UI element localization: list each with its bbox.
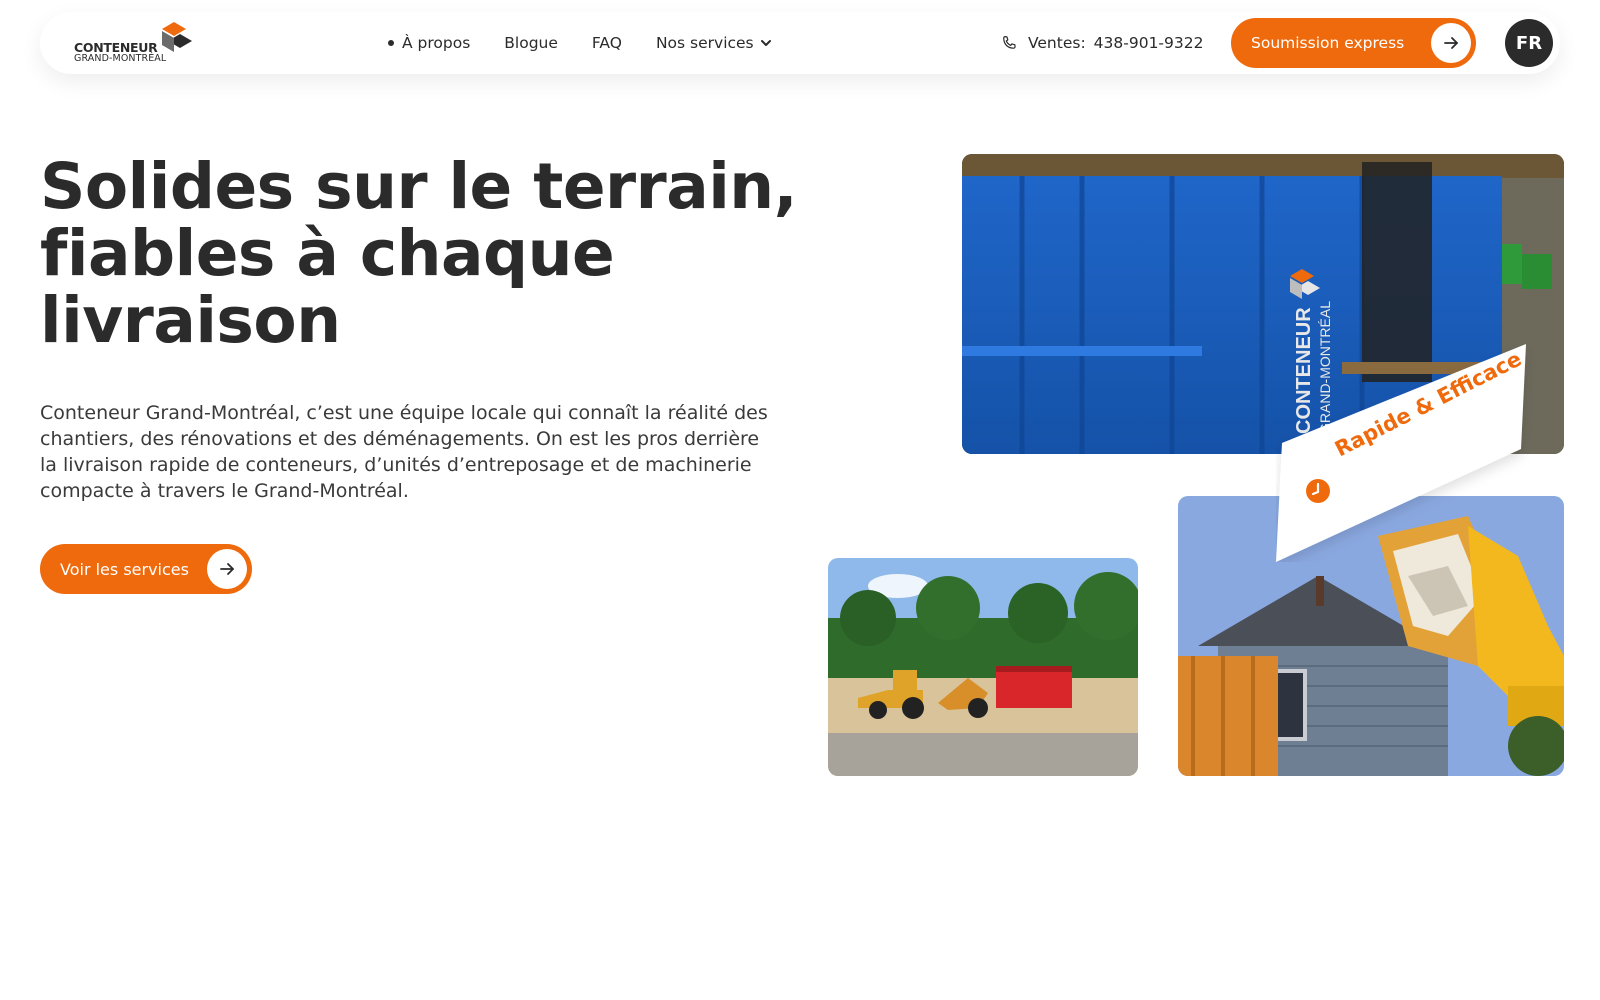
nav-item-a-propos[interactable]: À propos [388, 34, 470, 52]
clock-icon [1306, 479, 1330, 503]
phone-icon [1003, 36, 1016, 49]
nav-item-label: FAQ [591, 34, 622, 52]
view-services-label: Voir les services [60, 559, 189, 579]
site-header: CONTENEUR GRAND-MONTRÉAL À propos Blogue… [40, 12, 1560, 74]
nav-item-nos-services[interactable]: Nos services [656, 34, 772, 52]
nav-item-faq[interactable]: FAQ [592, 34, 622, 52]
view-services-button[interactable]: Voir les services [40, 544, 252, 594]
main-nav: À propos Blogue FAQ Nos services [388, 12, 806, 74]
phone-prefix: Ventes: [1028, 34, 1086, 52]
logo[interactable]: CONTENEUR GRAND-MONTRÉAL [74, 22, 194, 64]
logo-mark-icon [162, 22, 192, 52]
nav-item-blogue[interactable]: Blogue [504, 34, 558, 52]
arrow-right-icon [207, 549, 247, 589]
quote-button[interactable]: Soumission express [1231, 18, 1476, 68]
logo-subtitle: GRAND-MONTRÉAL [74, 53, 167, 64]
nav-item-label: Blogue [504, 34, 558, 52]
nav-item-label: Nos services [655, 34, 754, 52]
phone-number: 438-901-9322 [1093, 34, 1204, 52]
arrow-right-icon [1431, 23, 1471, 63]
active-dot-icon [388, 40, 394, 46]
quote-button-label: Soumission express [1251, 34, 1405, 52]
language-switch-button[interactable]: FR [1505, 19, 1553, 67]
hero-title: Solides sur le terrain, fiables à chaque… [40, 150, 798, 357]
sales-phone-link[interactable]: Ventes: 438-901-9322 [1000, 12, 1203, 74]
hero-image-construction-site [828, 558, 1138, 776]
chevron-down-icon [760, 40, 771, 46]
hero-description: Conteneur Grand-Montréal, c’est une équi… [40, 402, 768, 502]
nav-item-label: À propos [402, 34, 471, 52]
